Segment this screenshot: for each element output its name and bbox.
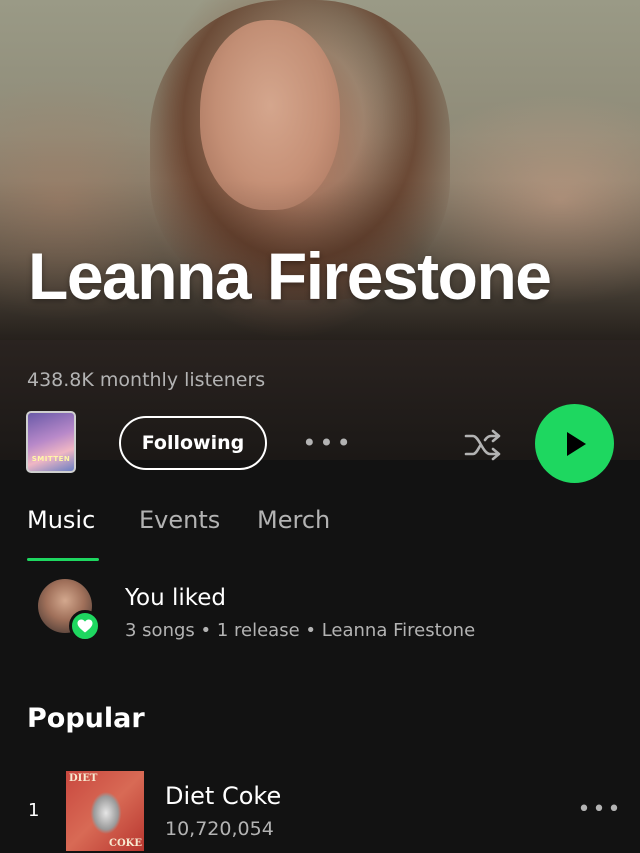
tab-music[interactable]: Music <box>27 506 95 534</box>
play-icon <box>566 431 586 456</box>
track-album-art: DIET COKE <box>66 771 144 851</box>
track-more-options-button[interactable]: ••• <box>578 796 621 822</box>
album-art-text-bottom: COKE <box>109 838 142 849</box>
release-cover-text: SMITTEN <box>31 455 71 463</box>
track-play-count: 10,720,054 <box>165 818 274 840</box>
artist-page: Leanna Firestone 438.8K monthly listener… <box>0 0 640 853</box>
track-title: Diet Coke <box>165 782 282 810</box>
monthly-listeners: 438.8K monthly listeners <box>27 369 266 391</box>
tab-merch[interactable]: Merch <box>257 506 330 534</box>
active-tab-indicator <box>27 558 99 561</box>
artist-hero-image: Leanna Firestone <box>0 0 640 340</box>
shuffle-button[interactable] <box>460 422 506 468</box>
liked-subtitle: 3 songs • 1 release • Leanna Firestone <box>125 620 476 641</box>
tab-events[interactable]: Events <box>139 506 220 534</box>
popular-heading: Popular <box>27 703 145 734</box>
track-row[interactable]: 1 DIET COKE Diet Coke 10,720,054 ••• <box>0 768 640 853</box>
more-options-button[interactable]: ••• <box>302 428 350 458</box>
track-rank: 1 <box>28 800 40 821</box>
artist-name: Leanna Firestone <box>28 239 552 313</box>
following-button[interactable]: Following <box>119 416 267 470</box>
album-art-text-top: DIET <box>69 773 98 784</box>
heart-badge <box>69 610 101 642</box>
liked-title[interactable]: You liked <box>125 585 226 611</box>
shuffle-icon <box>464 429 501 461</box>
play-button[interactable] <box>535 404 614 483</box>
heart-icon <box>77 619 93 633</box>
release-cover-thumbnail[interactable]: SMITTEN <box>26 411 76 473</box>
